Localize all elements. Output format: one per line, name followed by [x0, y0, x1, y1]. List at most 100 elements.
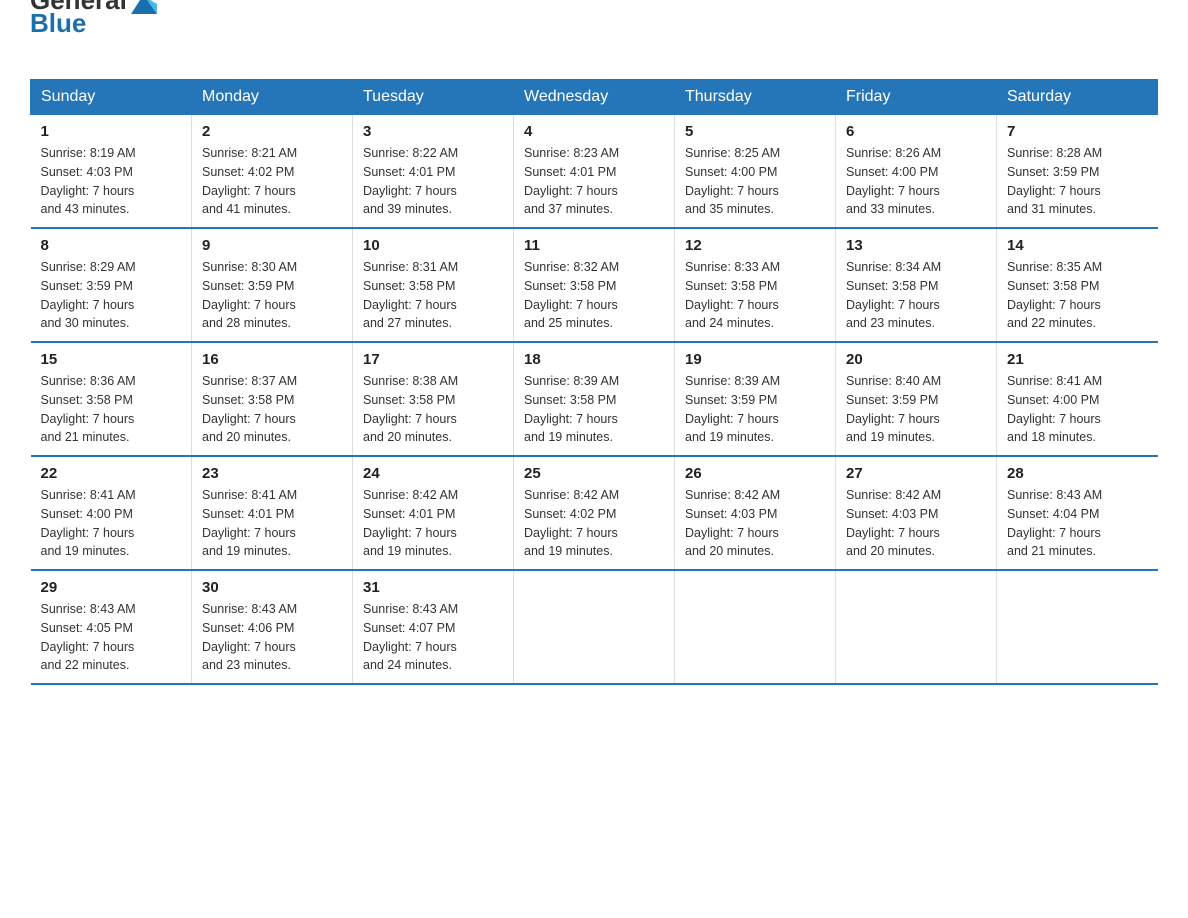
- day-number: 1: [41, 123, 182, 140]
- day-number: 25: [524, 465, 664, 482]
- day-number: 28: [1007, 465, 1148, 482]
- day-number: 7: [1007, 123, 1148, 140]
- day-number: 26: [685, 465, 825, 482]
- calendar-day-cell: 26 Sunrise: 8:42 AMSunset: 4:03 PMDayligh…: [675, 456, 836, 570]
- calendar-day-cell: [997, 570, 1158, 684]
- day-info: Sunrise: 8:29 AMSunset: 3:59 PMDaylight:…: [41, 258, 182, 333]
- calendar-day-cell: 11 Sunrise: 8:32 AMSunset: 3:58 PMDayligh…: [514, 228, 675, 342]
- day-info: Sunrise: 8:43 AMSunset: 4:06 PMDaylight:…: [202, 600, 342, 675]
- calendar-day-cell: 13 Sunrise: 8:34 AMSunset: 3:58 PMDayligh…: [836, 228, 997, 342]
- day-number: 11: [524, 237, 664, 254]
- day-info: Sunrise: 8:42 AMSunset: 4:01 PMDaylight:…: [363, 486, 503, 561]
- calendar-day-cell: 29Sunrise: 8:43 AMSunset: 4:05 PMDayligh…: [31, 570, 192, 684]
- day-number: 18: [524, 351, 664, 368]
- calendar-day-cell: 21Sunrise: 8:41 AMSunset: 4:00 PMDayligh…: [997, 342, 1158, 456]
- calendar-day-cell: 5Sunrise: 8:25 AMSunset: 4:00 PMDaylight…: [675, 115, 836, 229]
- calendar-day-cell: 12Sunrise: 8:33 AMSunset: 3:58 PMDayligh…: [675, 228, 836, 342]
- calendar-day-cell: 6 Sunrise: 8:26 AMSunset: 4:00 PMDaylight…: [836, 115, 997, 229]
- day-number: 22: [41, 465, 182, 482]
- day-number: 27: [846, 465, 986, 482]
- day-number: 6: [846, 123, 986, 140]
- calendar-day-cell: [675, 570, 836, 684]
- calendar-day-cell: 8Sunrise: 8:29 AMSunset: 3:59 PMDaylight…: [31, 228, 192, 342]
- day-info: Sunrise: 8:41 AMSunset: 4:01 PMDaylight:…: [202, 486, 342, 561]
- calendar-day-cell: [514, 570, 675, 684]
- day-number: 3: [363, 123, 503, 140]
- day-info: Sunrise: 8:41 AMSunset: 4:00 PMDaylight:…: [41, 486, 182, 561]
- day-of-week-header: Wednesday: [514, 80, 675, 115]
- calendar-table: SundayMondayTuesdayWednesdayThursdayFrid…: [30, 79, 1158, 685]
- calendar-day-cell: 23 Sunrise: 8:41 AMSunset: 4:01 PMDayligh…: [192, 456, 353, 570]
- day-info: Sunrise: 8:26 AMSunset: 4:00 PMDaylight:…: [846, 144, 986, 219]
- day-info: Sunrise: 8:42 AMSunset: 4:02 PMDaylight:…: [524, 486, 664, 561]
- day-of-week-header: Saturday: [997, 80, 1158, 115]
- calendar-day-cell: 20 Sunrise: 8:40 AMSunset: 3:59 PMDayligh…: [836, 342, 997, 456]
- calendar-day-cell: 10Sunrise: 8:31 AMSunset: 3:58 PMDayligh…: [353, 228, 514, 342]
- day-info: Sunrise: 8:43 AMSunset: 4:07 PMDaylight:…: [363, 600, 503, 675]
- calendar-day-cell: 25 Sunrise: 8:42 AMSunset: 4:02 PMDayligh…: [514, 456, 675, 570]
- day-number: 29: [41, 579, 182, 596]
- calendar-day-cell: 7 Sunrise: 8:28 AMSunset: 3:59 PMDaylight…: [997, 115, 1158, 229]
- day-info: Sunrise: 8:38 AMSunset: 3:58 PMDaylight:…: [363, 372, 503, 447]
- calendar-day-cell: 14Sunrise: 8:35 AMSunset: 3:58 PMDayligh…: [997, 228, 1158, 342]
- day-info: Sunrise: 8:32 AMSunset: 3:58 PMDaylight:…: [524, 258, 664, 333]
- calendar-day-cell: 27 Sunrise: 8:42 AMSunset: 4:03 PMDayligh…: [836, 456, 997, 570]
- day-of-week-header: Tuesday: [353, 80, 514, 115]
- day-number: 15: [41, 351, 182, 368]
- calendar-week-row: 22 Sunrise: 8:41 AMSunset: 4:00 PMDayligh…: [31, 456, 1158, 570]
- calendar-week-row: 1 Sunrise: 8:19 AMSunset: 4:03 PMDaylight…: [31, 115, 1158, 229]
- day-number: 19: [685, 351, 825, 368]
- day-number: 21: [1007, 351, 1148, 368]
- day-info: Sunrise: 8:40 AMSunset: 3:59 PMDaylight:…: [846, 372, 986, 447]
- day-number: 13: [846, 237, 986, 254]
- day-number: 9: [202, 237, 342, 254]
- day-number: 4: [524, 123, 664, 140]
- day-number: 24: [363, 465, 503, 482]
- day-info: Sunrise: 8:37 AMSunset: 3:58 PMDaylight:…: [202, 372, 342, 447]
- day-number: 16: [202, 351, 342, 368]
- day-info: Sunrise: 8:19 AMSunset: 4:03 PMDaylight:…: [41, 144, 182, 219]
- calendar-day-cell: 1 Sunrise: 8:19 AMSunset: 4:03 PMDaylight…: [31, 115, 192, 229]
- day-info: Sunrise: 8:42 AMSunset: 4:03 PMDaylight:…: [685, 486, 825, 561]
- day-info: Sunrise: 8:28 AMSunset: 3:59 PMDaylight:…: [1007, 144, 1148, 219]
- day-info: Sunrise: 8:34 AMSunset: 3:58 PMDaylight:…: [846, 258, 986, 333]
- day-number: 17: [363, 351, 503, 368]
- day-info: Sunrise: 8:39 AMSunset: 3:59 PMDaylight:…: [685, 372, 825, 447]
- day-of-week-header: Thursday: [675, 80, 836, 115]
- calendar-day-cell: 22 Sunrise: 8:41 AMSunset: 4:00 PMDayligh…: [31, 456, 192, 570]
- day-of-week-header: Monday: [192, 80, 353, 115]
- calendar-day-cell: 24 Sunrise: 8:42 AMSunset: 4:01 PMDayligh…: [353, 456, 514, 570]
- day-of-week-header: Sunday: [31, 80, 192, 115]
- day-number: 5: [685, 123, 825, 140]
- calendar-day-cell: 16 Sunrise: 8:37 AMSunset: 3:58 PMDayligh…: [192, 342, 353, 456]
- day-number: 20: [846, 351, 986, 368]
- day-info: Sunrise: 8:36 AMSunset: 3:58 PMDaylight:…: [41, 372, 182, 447]
- day-info: Sunrise: 8:35 AMSunset: 3:58 PMDaylight:…: [1007, 258, 1148, 333]
- day-info: Sunrise: 8:43 AMSunset: 4:04 PMDaylight:…: [1007, 486, 1148, 561]
- day-info: Sunrise: 8:42 AMSunset: 4:03 PMDaylight:…: [846, 486, 986, 561]
- calendar-day-cell: 31 Sunrise: 8:43 AMSunset: 4:07 PMDayligh…: [353, 570, 514, 684]
- day-of-week-header: Friday: [836, 80, 997, 115]
- day-number: 31: [363, 579, 503, 596]
- day-info: Sunrise: 8:21 AMSunset: 4:02 PMDaylight:…: [202, 144, 342, 219]
- day-info: Sunrise: 8:23 AMSunset: 4:01 PMDaylight:…: [524, 144, 664, 219]
- calendar-day-cell: 9 Sunrise: 8:30 AMSunset: 3:59 PMDaylight…: [192, 228, 353, 342]
- calendar-week-row: 29Sunrise: 8:43 AMSunset: 4:05 PMDayligh…: [31, 570, 1158, 684]
- logo-triangle-icon: [127, 0, 159, 16]
- day-number: 12: [685, 237, 825, 254]
- day-number: 10: [363, 237, 503, 254]
- day-info: Sunrise: 8:39 AMSunset: 3:58 PMDaylight:…: [524, 372, 664, 447]
- calendar-week-row: 8Sunrise: 8:29 AMSunset: 3:59 PMDaylight…: [31, 228, 1158, 342]
- calendar-day-cell: 2Sunrise: 8:21 AMSunset: 4:02 PMDaylight…: [192, 115, 353, 229]
- calendar-day-cell: 28 Sunrise: 8:43 AMSunset: 4:04 PMDayligh…: [997, 456, 1158, 570]
- logo-blue: Blue: [30, 8, 1158, 39]
- calendar-header-row: SundayMondayTuesdayWednesdayThursdayFrid…: [31, 80, 1158, 115]
- calendar-day-cell: 19 Sunrise: 8:39 AMSunset: 3:59 PMDayligh…: [675, 342, 836, 456]
- calendar-day-cell: 18 Sunrise: 8:39 AMSunset: 3:58 PMDayligh…: [514, 342, 675, 456]
- day-number: 30: [202, 579, 342, 596]
- day-number: 23: [202, 465, 342, 482]
- calendar-day-cell: 30 Sunrise: 8:43 AMSunset: 4:06 PMDayligh…: [192, 570, 353, 684]
- day-info: Sunrise: 8:22 AMSunset: 4:01 PMDaylight:…: [363, 144, 503, 219]
- calendar-day-cell: 3 Sunrise: 8:22 AMSunset: 4:01 PMDaylight…: [353, 115, 514, 229]
- day-info: Sunrise: 8:30 AMSunset: 3:59 PMDaylight:…: [202, 258, 342, 333]
